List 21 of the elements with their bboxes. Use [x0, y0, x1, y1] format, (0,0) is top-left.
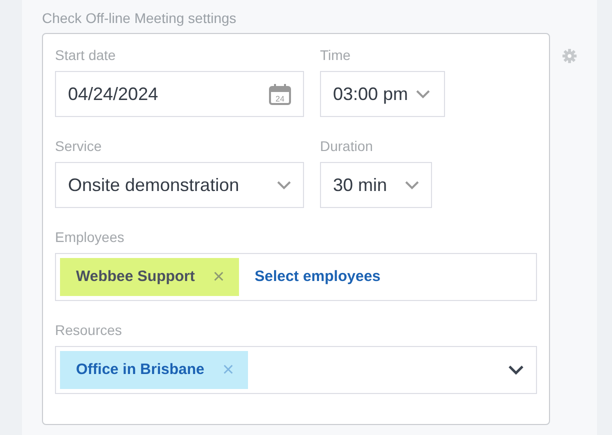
field-label: Duration: [320, 137, 374, 155]
chevron-down-icon: [416, 90, 430, 98]
chevron-down-icon: [277, 180, 291, 190]
section-title: Check Off-line Meeting settings: [42, 9, 238, 28]
settings-icon[interactable]: [562, 48, 577, 64]
field-label: Service: [55, 137, 103, 155]
service-dropdown[interactable]: Onsite demonstration: [55, 162, 304, 208]
field-label: Resources: [55, 321, 123, 339]
select-employees-link[interactable]: Select employees: [254, 266, 380, 288]
tag-label: Office in Brisbane: [76, 360, 204, 380]
field-label: Start date: [55, 46, 117, 64]
duration-dropdown[interactable]: 30 min: [320, 162, 432, 208]
field-label: Employees: [55, 228, 126, 246]
tag-label: Webbee Support: [76, 266, 195, 287]
time-dropdown[interactable]: 03:00 pm: [320, 71, 445, 117]
field-label: Time: [320, 46, 352, 64]
date-field[interactable]: 04/24/2024 24: [55, 71, 304, 117]
resources-field[interactable]: Office in Brisbane ×: [55, 346, 537, 394]
chevron-down-icon: [508, 365, 524, 375]
chevron-down-icon: [405, 180, 419, 190]
employees-field[interactable]: Webbee Support × Select employees: [55, 253, 537, 301]
